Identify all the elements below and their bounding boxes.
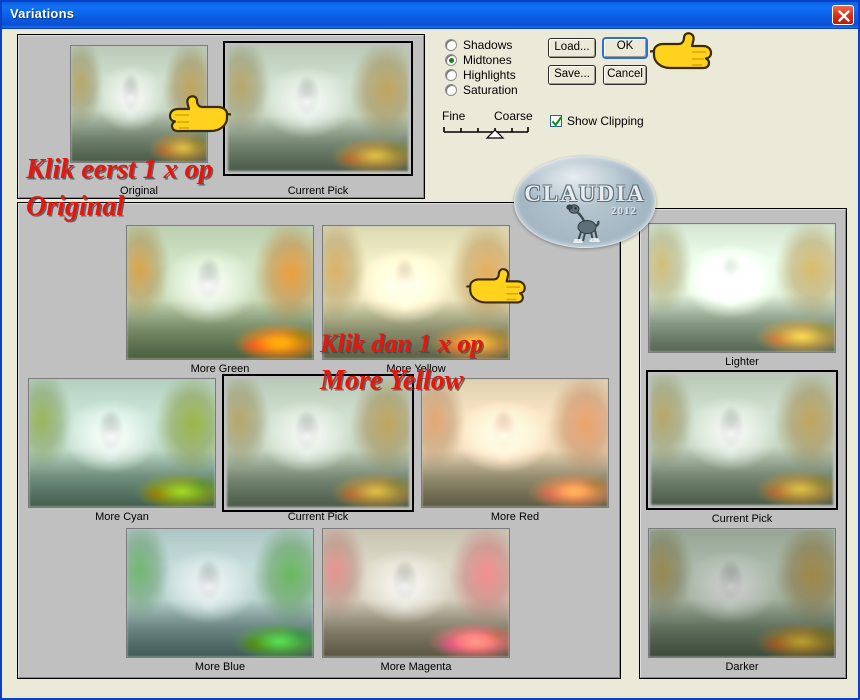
thumbnail-darker[interactable] <box>648 528 836 658</box>
artwork-more-blue <box>127 529 313 657</box>
radio-label-shadows: Shadows <box>463 38 513 52</box>
radio-midtones-icon[interactable] <box>445 54 457 66</box>
show-clipping-checkbox[interactable] <box>550 115 562 127</box>
brightness-variations-panel: Lighter Current Pick Darker <box>639 208 847 679</box>
window-title: Variations <box>10 6 75 21</box>
thumbnail-lighter[interactable] <box>648 223 836 353</box>
caption-current-pick-brightness: Current Pick <box>711 513 773 525</box>
caption-original: Original <box>120 185 158 197</box>
title-bar[interactable]: Variations <box>2 2 858 29</box>
artwork-current-pick-grid <box>227 379 409 507</box>
radio-saturation-icon[interactable] <box>445 84 457 96</box>
artwork-original <box>71 46 207 162</box>
thumbnail-original[interactable] <box>70 45 208 163</box>
thumbnail-more-blue[interactable] <box>126 528 314 658</box>
thumbnail-more-magenta[interactable] <box>322 528 510 658</box>
radio-label-saturation: Saturation <box>463 83 518 97</box>
thumbnail-current-pick-grid[interactable] <box>222 374 414 512</box>
caption-current-pick-top: Current Pick <box>287 185 349 197</box>
thumbnail-more-cyan[interactable] <box>28 378 216 508</box>
radio-shadows-icon[interactable] <box>445 39 457 51</box>
original-comparison-panel: Original Current Pick <box>17 34 425 199</box>
artwork-more-yellow <box>323 226 509 359</box>
close-button[interactable] <box>832 5 854 25</box>
caption-more-cyan: More Cyan <box>95 511 149 523</box>
save-button[interactable]: Save... <box>548 65 596 85</box>
fine-coarse-slider[interactable]: Fine Coarse <box>442 109 542 139</box>
artwork-lighter <box>649 224 835 352</box>
thumbnail-more-yellow[interactable] <box>322 225 510 360</box>
caption-lighter: Lighter <box>725 356 759 368</box>
radio-label-highlights: Highlights <box>463 68 516 82</box>
artwork-more-magenta <box>323 529 509 657</box>
slider-label-coarse: Coarse <box>494 109 533 123</box>
artwork-current-pick-top <box>228 46 408 171</box>
load-button[interactable]: Load... <box>548 38 596 58</box>
color-variations-panel: More Green More Yellow More Cyan Current… <box>17 202 621 679</box>
artwork-current-pick-brightness <box>651 375 833 505</box>
caption-darker: Darker <box>725 661 759 673</box>
cancel-button[interactable]: Cancel <box>603 65 647 85</box>
thumbnail-more-green[interactable] <box>126 225 314 360</box>
artwork-darker <box>649 529 835 657</box>
artwork-more-green <box>127 226 313 359</box>
caption-current-pick-grid: Current Pick <box>287 511 349 523</box>
caption-more-magenta: More Magenta <box>380 661 452 673</box>
radio-label-midtones: Midtones <box>463 53 512 67</box>
ok-button[interactable]: OK <box>602 37 648 59</box>
variations-dialog: Variations Original Current Pick Shadows… <box>0 0 860 700</box>
close-icon <box>838 10 850 22</box>
caption-more-red: More Red <box>490 511 540 523</box>
show-clipping-label: Show Clipping <box>567 114 644 128</box>
artwork-more-cyan <box>29 379 215 507</box>
caption-more-blue: More Blue <box>194 661 246 673</box>
thumbnail-more-red[interactable] <box>421 378 609 508</box>
checkmark-icon <box>552 116 562 126</box>
pointing-hand-ok-icon <box>649 32 713 70</box>
thumbnail-current-pick-brightness[interactable] <box>646 370 838 510</box>
radio-highlights-icon[interactable] <box>445 69 457 81</box>
thumbnail-current-pick-top[interactable] <box>223 41 413 176</box>
slider-track-icon[interactable] <box>442 123 542 139</box>
artwork-more-red <box>422 379 608 507</box>
slider-label-fine: Fine <box>442 109 466 123</box>
